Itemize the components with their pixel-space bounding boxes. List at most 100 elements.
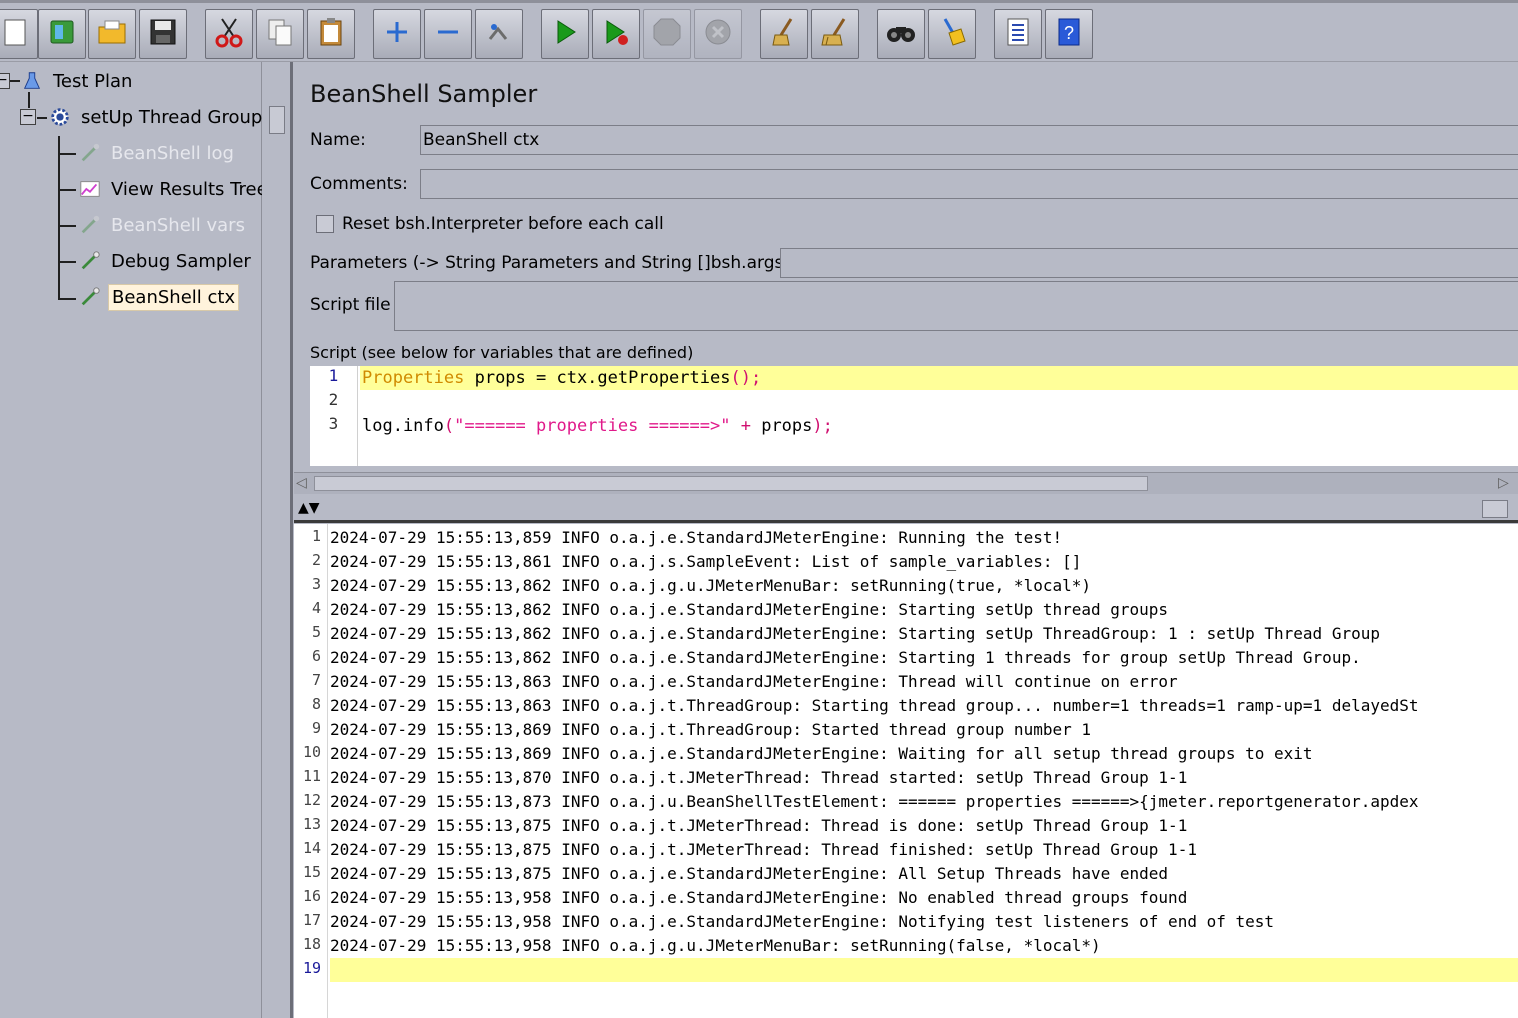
- open-button[interactable]: [88, 9, 136, 59]
- clear-button[interactable]: [760, 9, 808, 59]
- name-input[interactable]: BeanShell ctx: [420, 125, 1518, 155]
- toggle-button[interactable]: [475, 9, 523, 59]
- copy-button[interactable]: [256, 9, 304, 59]
- tree-connector: [58, 136, 60, 300]
- chart-icon: [78, 177, 102, 201]
- comments-input[interactable]: [420, 169, 1518, 199]
- thread-group-expander[interactable]: −: [20, 109, 36, 125]
- log-line-number: 12: [302, 791, 321, 809]
- stop-icon: [650, 15, 684, 54]
- tree-item-beanshell-vars[interactable]: BeanShell vars: [78, 208, 248, 242]
- tree-connector: [58, 298, 76, 300]
- tree-item-view-results-tree[interactable]: View Results Tree: [78, 172, 271, 206]
- scroll-right-icon[interactable]: ▷: [1498, 475, 1509, 491]
- parameters-input[interactable]: [780, 248, 1518, 278]
- log-splitter[interactable]: ▲▼: [294, 494, 1518, 524]
- log-line: 2024-07-29 15:55:13,862 INFO o.a.j.e.Sta…: [330, 600, 1169, 619]
- tree-item-debug-sampler[interactable]: Debug Sampler: [78, 244, 254, 278]
- log-line: 2024-07-29 15:55:13,862 INFO o.a.j.e.Sta…: [330, 624, 1380, 643]
- new-button[interactable]: [0, 9, 38, 59]
- log-line: 2024-07-29 15:55:13,863 INFO o.a.j.t.Thr…: [330, 696, 1419, 715]
- tree-item-setup-thread-group[interactable]: setUp Thread Group: [48, 100, 265, 134]
- reset-interpreter-checkbox[interactable]: [316, 215, 334, 233]
- tree-item-test-plan[interactable]: Test Plan: [20, 64, 135, 98]
- log-line: 2024-07-29 15:55:13,958 INFO o.a.j.g.u.J…: [330, 936, 1101, 955]
- tree-connector: [28, 92, 30, 108]
- splitter-grip[interactable]: [1482, 500, 1508, 518]
- new-icon: [0, 15, 31, 54]
- splitter-handle[interactable]: [269, 106, 285, 134]
- tree-connector: [10, 80, 20, 82]
- log-line: 2024-07-29 15:55:13,875 INFO o.a.j.t.JMe…: [330, 816, 1188, 835]
- cut-icon: [212, 15, 246, 54]
- start-no-pauses-button[interactable]: [592, 9, 640, 59]
- beanshell-sampler-panel: BeanShell Sampler Name: BeanShell ctx Co…: [294, 62, 1518, 472]
- script-editor[interactable]: 1 2 3 Properties props = ctx.getProperti…: [310, 366, 1518, 466]
- tree-connector: [58, 153, 76, 155]
- open-icon: [95, 15, 129, 54]
- shutdown-icon: [701, 15, 735, 54]
- toggle-icon: [482, 15, 516, 54]
- splitter-bar: [290, 62, 293, 1018]
- log-line: 2024-07-29 15:55:13,862 INFO o.a.j.e.Sta…: [330, 648, 1361, 667]
- log-line: 2024-07-29 15:55:13,863 INFO o.a.j.e.Sta…: [330, 672, 1178, 691]
- gear-icon: [48, 105, 72, 129]
- log-line-number: 17: [302, 911, 321, 929]
- toolbar: ?: [0, 0, 1518, 62]
- function-helper-button[interactable]: [994, 9, 1042, 59]
- log-line-number: 3: [311, 575, 321, 593]
- clear-all-button[interactable]: [811, 9, 859, 59]
- tree-item-beanshell-ctx[interactable]: BeanShell ctx: [78, 280, 240, 314]
- help-button[interactable]: ?: [1045, 9, 1093, 59]
- log-line-number: 7: [311, 671, 321, 689]
- tree-splitter[interactable]: [262, 62, 293, 1018]
- test-plan-expander[interactable]: −: [0, 73, 10, 89]
- log-line: 2024-07-29 15:55:13,870 INFO o.a.j.t.JMe…: [330, 768, 1188, 787]
- log-lines: 2024-07-29 15:55:13,859 INFO o.a.j.e.Sta…: [330, 526, 1518, 982]
- script-file-input[interactable]: [394, 281, 1518, 331]
- tree-item-label: BeanShell log: [111, 142, 234, 164]
- copy-icon: [263, 15, 297, 54]
- jmeter-window: ? − Test Plan − setUp Thread Group BeanS…: [0, 0, 1518, 1018]
- log-line: 2024-07-29 15:55:13,873 INFO o.a.j.u.Bea…: [330, 792, 1419, 811]
- code-line: log.info("====== properties ======>" + p…: [362, 416, 833, 436]
- log-line: 2024-07-29 15:55:13,862 INFO o.a.j.g.u.J…: [330, 576, 1091, 595]
- tree-connector: [58, 225, 76, 227]
- reset-search-button[interactable]: [928, 9, 976, 59]
- log-viewer[interactable]: 1 2 3 4 5 6 7 8 9 10 11 12 13 14 15 16 17 18 19 2024-07-29…: [294, 524, 1518, 1018]
- log-line-number: 8: [311, 695, 321, 713]
- start-button[interactable]: [541, 9, 589, 59]
- log-line-number: 16: [302, 887, 321, 905]
- tree-connector: [58, 261, 76, 263]
- stop-button[interactable]: [643, 9, 691, 59]
- templates-button[interactable]: [38, 9, 86, 59]
- expand-icon: [380, 15, 414, 54]
- log-line-number: 10: [302, 743, 321, 761]
- clear-icon: [767, 15, 801, 54]
- collapse-button[interactable]: [424, 9, 472, 59]
- log-line-number: 9: [311, 719, 321, 737]
- splitter-arrows-icon[interactable]: ▲▼: [298, 500, 320, 516]
- shutdown-button[interactable]: [694, 9, 742, 59]
- log-line: [330, 958, 1518, 982]
- log-line-number: 14: [302, 839, 321, 857]
- cut-button[interactable]: [205, 9, 253, 59]
- log-line: 2024-07-29 15:55:13,958 INFO o.a.j.e.Sta…: [330, 912, 1275, 931]
- tree-item-beanshell-log[interactable]: BeanShell log: [78, 136, 237, 170]
- search-button[interactable]: [877, 9, 925, 59]
- log-line-number: 6: [311, 647, 321, 665]
- test-plan-tree: − Test Plan − setUp Thread Group BeanShe…: [0, 62, 268, 1018]
- function-helper-icon: [1001, 15, 1035, 54]
- help-icon: ?: [1052, 15, 1086, 54]
- start-no-pauses-icon: [599, 15, 633, 54]
- scrollbar-thumb[interactable]: [314, 476, 1148, 491]
- paste-icon: [314, 15, 348, 54]
- save-button[interactable]: [139, 9, 187, 59]
- paste-button[interactable]: [307, 9, 355, 59]
- scroll-left-icon[interactable]: ◁: [296, 475, 307, 491]
- expand-button[interactable]: [373, 9, 421, 59]
- name-label: Name:: [310, 130, 366, 150]
- script-horizontal-scrollbar[interactable]: ◁ ▷: [294, 472, 1518, 494]
- script-file-label: Script file: [310, 295, 391, 315]
- log-line: 2024-07-29 15:55:13,861 INFO o.a.j.s.Sam…: [330, 552, 1082, 571]
